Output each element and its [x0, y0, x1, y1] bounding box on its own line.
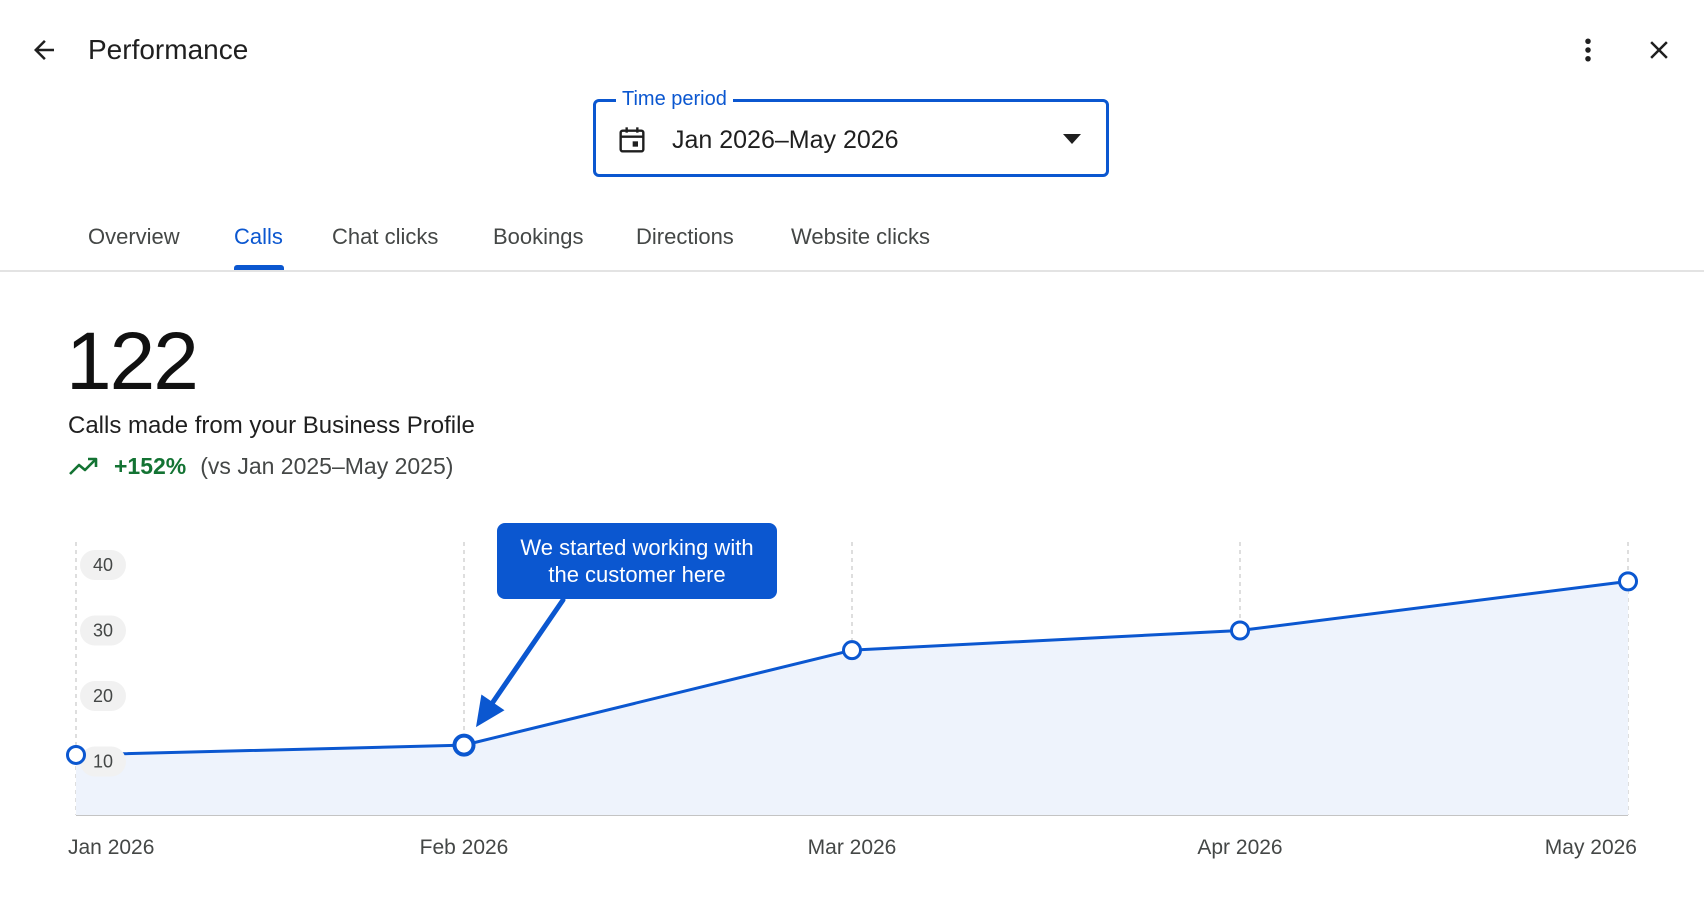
chart-data-point[interactable] [1230, 620, 1250, 641]
tab-bookings[interactable]: Bookings [493, 222, 584, 252]
time-period-select[interactable]: Time period Jan 2026–May 2026 [593, 87, 1109, 177]
annotation-arrow-head [476, 694, 505, 728]
chart-data-point[interactable] [842, 640, 862, 661]
x-tick-label: Mar 2026 [808, 836, 897, 859]
metric-value: 122 [66, 316, 199, 407]
time-period-label: Time period [616, 87, 733, 111]
y-tick-pill [80, 615, 126, 646]
close-icon [1650, 41, 1668, 59]
chart-area-fill [76, 581, 1628, 815]
change-percent: +152% [114, 453, 187, 479]
back-button[interactable] [20, 26, 68, 74]
page-title: Performance [88, 34, 249, 65]
x-tick-label: Jan 2026 [68, 836, 154, 859]
y-tick-label: 10 [93, 752, 113, 772]
chart-data-point[interactable] [1618, 571, 1638, 592]
active-tab-indicator [234, 265, 284, 270]
x-tick-label: Apr 2026 [1197, 836, 1282, 859]
arrow-back-icon [34, 40, 54, 60]
annotation-arrow-line [481, 597, 566, 718]
change-comparison: (vs Jan 2025–May 2025) [200, 453, 454, 479]
chart-annotation: We started working with the customer her… [497, 523, 777, 599]
chart-data-point[interactable] [452, 733, 476, 757]
calendar-icon [619, 127, 645, 153]
performance-page: Performance Time period Jan 2026–May 202… [0, 0, 1704, 923]
chart-data-point[interactable] [66, 744, 86, 765]
tab-bar: Overview Calls Chat clicks Bookings Dire… [0, 212, 1704, 272]
y-tick-label: 20 [93, 686, 113, 706]
tab-chat-clicks[interactable]: Chat clicks [332, 222, 438, 252]
y-tick-label: 40 [93, 555, 113, 575]
y-tick-pill [80, 681, 126, 711]
x-tick-label: Feb 2026 [420, 836, 509, 859]
more-options-button[interactable] [1564, 26, 1612, 74]
trending-up-icon [69, 457, 98, 475]
y-tick-label: 30 [93, 621, 113, 641]
y-tick-pill [80, 550, 126, 580]
tab-overview[interactable]: Overview [88, 222, 180, 252]
metric-description: Calls made from your Business Profile [68, 412, 475, 439]
close-button[interactable] [1635, 26, 1683, 74]
time-period-value: Jan 2026–May 2026 [672, 126, 899, 154]
x-tick-label: May 2026 [1545, 836, 1637, 859]
header: Performance [0, 0, 1704, 96]
tab-website-clicks[interactable]: Website clicks [791, 222, 930, 252]
more-vert-icon [1585, 38, 1591, 62]
dropdown-caret-icon [1063, 134, 1081, 144]
tab-directions[interactable]: Directions [636, 222, 734, 252]
chart-series-line [75, 579, 1629, 757]
tab-calls[interactable]: Calls [234, 222, 283, 252]
metric-change: +152% (vs Jan 2025–May 2025) [68, 450, 453, 482]
y-tick-pill [80, 746, 126, 777]
